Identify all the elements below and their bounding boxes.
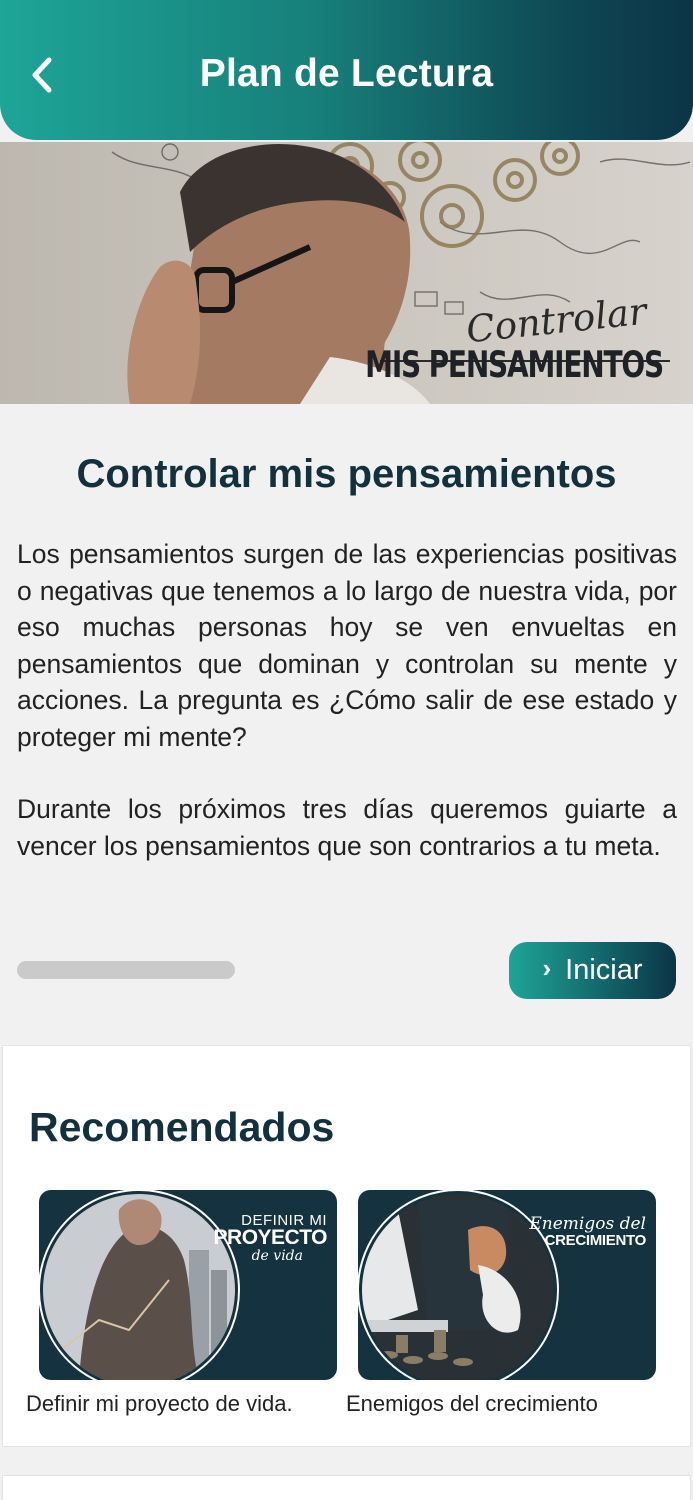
app-header: Plan de Lectura [0, 0, 693, 140]
recommended-item-label[interactable]: Definir mi proyecto de vida. [26, 1391, 293, 1417]
recommended-item-proyecto-de-vida[interactable]: DEFINIR MI PROYECTO de vida [39, 1190, 337, 1380]
reading-progress-bar [17, 961, 235, 979]
hero-image: Controlar MIS PENSAMIENTOS [0, 142, 693, 404]
start-button[interactable]: › Iniciar [509, 942, 676, 999]
start-button-label: Iniciar [565, 954, 643, 986]
article-paragraph-1: Los pensamientos surgen de las experienc… [17, 539, 677, 752]
recommended-section: Recomendados DEFINIR MI PROYECTO de vida… [2, 1045, 691, 1447]
recommended-item-enemigos-del-crecimiento[interactable]: Enemigos del CRECIMIENTO [358, 1190, 656, 1380]
thumbnail-title-line-2: CRECIMIENTO [544, 1232, 647, 1249]
article-paragraph-2: Durante los próximos tres días queremos … [17, 794, 677, 861]
recommended-item-label[interactable]: Enemigos del crecimiento [346, 1391, 598, 1417]
app-screen: Plan de Lectura Controlar MIS PENSAMIENT… [0, 0, 693, 1500]
page-title: Plan de Lectura [199, 52, 494, 95]
thumbnail-title-line-3: de vida [251, 1248, 303, 1264]
chevron-right-icon: › [542, 953, 552, 983]
hero-caps-text: MIS PENSAMIENTOS [365, 343, 664, 386]
recommended-thumbnail: DEFINIR MI PROYECTO de vida [39, 1190, 337, 1380]
recommended-title: Recomendados [29, 1104, 335, 1150]
recommended-thumbnail: Enemigos del CRECIMIENTO [358, 1190, 656, 1380]
thumbnail-title-line-2: PROYECTO [213, 1226, 328, 1249]
next-section-card [2, 1475, 691, 1500]
article-title: Controlar mis pensamientos [76, 452, 617, 496]
thumbnail-title-line-1: Enemigos del [529, 1214, 646, 1234]
